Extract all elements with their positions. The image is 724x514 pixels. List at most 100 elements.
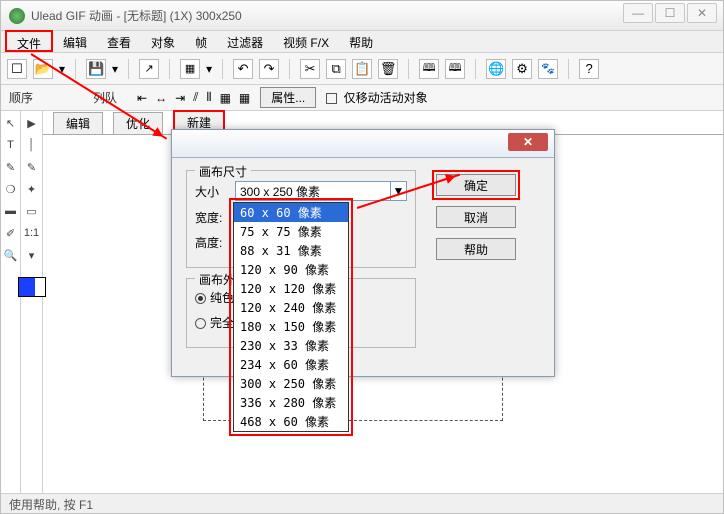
main-toolbar: ☐ 📂 ▾ 💾 ▾ ↗ ▦ ▾ ↶ ↷ ✂ ⧉ 📋 🗑 🕮 🕮 🌐 ⚙ 🐾 ? <box>1 53 723 85</box>
sub-toolbar: 顺序 列队 ⇤ ↔ ⇥ ⫽ ⫴ ▦ ▦ 属性... 仅移动活动对象 <box>1 85 723 111</box>
align-icon[interactable]: ⫽ <box>193 90 198 105</box>
menu-edit[interactable]: 编辑 <box>53 31 97 52</box>
size-option[interactable]: 60 x 60 像素 <box>234 203 348 222</box>
dropdown-icon[interactable]: ▾ <box>206 62 212 76</box>
menu-filter[interactable]: 过滤器 <box>217 31 273 52</box>
close-button[interactable]: ✕ <box>687 3 717 23</box>
dropdown-icon[interactable]: ▾ <box>112 62 118 76</box>
align-icon[interactable]: ↔ <box>155 91 167 105</box>
radio-full[interactable]: 完全 <box>195 314 234 331</box>
align-icon[interactable]: ⇥ <box>175 91 185 105</box>
text-tool-icon[interactable]: T <box>3 137 19 153</box>
dialog-titlebar[interactable]: ✕ <box>172 130 554 158</box>
align-icon[interactable]: ▦ <box>220 91 231 105</box>
separator <box>475 59 476 79</box>
radio-icon <box>195 318 206 329</box>
size-option[interactable]: 120 x 90 像素 <box>234 260 348 279</box>
tool-palette-left: ↖ T ✎ ❍ ▬ ✐ 🔍 <box>1 111 21 511</box>
radio-icon <box>195 293 206 304</box>
titlebar: Ulead GIF 动画 - [无标题] (1X) 300x250 — ☐ ✕ <box>1 1 723 31</box>
tool-a-icon[interactable]: ↗ <box>139 59 159 79</box>
separator <box>289 59 290 79</box>
fill-tool-icon[interactable]: ▬ <box>3 203 19 219</box>
window-title: Ulead GIF 动画 - [无标题] (1X) 300x250 <box>31 7 242 24</box>
tool-c-icon[interactable]: 🕮 <box>419 59 439 79</box>
size-option[interactable]: 88 x 31 像素 <box>234 241 348 260</box>
size-option[interactable]: 234 x 60 像素 <box>234 355 348 374</box>
zoom-tool-icon[interactable]: 🔍 <box>3 247 19 263</box>
separator <box>169 59 170 79</box>
tool-palette-right: ▶ │ ✎ ✦ ▭ 1:1 ▾ <box>21 111 43 511</box>
menu-object[interactable]: 对象 <box>141 31 185 52</box>
options-icon[interactable]: ▾ <box>24 247 40 263</box>
tool-d-icon[interactable]: 🕮 <box>445 59 465 79</box>
menu-file[interactable]: 文件 <box>5 30 53 52</box>
maximize-button[interactable]: ☐ <box>655 3 685 23</box>
undo-icon[interactable]: ↶ <box>233 59 253 79</box>
select-tool-icon[interactable]: ▭ <box>24 203 40 219</box>
size-option[interactable]: 180 x 150 像素 <box>234 317 348 336</box>
settings-icon[interactable]: ⚙ <box>512 59 532 79</box>
checkbox-icon <box>326 93 337 104</box>
size-combo-value: 300 x 250 像素 <box>240 183 320 200</box>
size-option[interactable]: 230 x 33 像素 <box>234 336 348 355</box>
wand-tool-icon[interactable]: ✦ <box>24 181 40 197</box>
size-option[interactable]: 120 x 240 像素 <box>234 298 348 317</box>
help-button[interactable]: 帮助 <box>436 238 516 260</box>
new-icon[interactable]: ☐ <box>7 59 27 79</box>
separator <box>128 59 129 79</box>
menu-view[interactable]: 查看 <box>97 31 141 52</box>
menu-videofx[interactable]: 视频 F/X <box>273 31 339 52</box>
eraser-tool-icon[interactable]: ❍ <box>3 181 19 197</box>
pointer-tool-icon[interactable]: ↖ <box>3 115 19 131</box>
group-canvas-title: 画布尺寸 <box>195 163 251 180</box>
size-option[interactable]: 120 x 120 像素 <box>234 279 348 298</box>
save-icon[interactable]: 💾 <box>86 59 106 79</box>
copy-icon[interactable]: ⧉ <box>326 59 346 79</box>
minimize-button[interactable]: — <box>623 3 653 23</box>
window-buttons: — ☐ ✕ <box>623 3 717 23</box>
size-option[interactable]: 468 x 60 像素 <box>234 412 348 431</box>
tool-b-icon[interactable]: ▦ <box>180 59 200 79</box>
separator <box>568 59 569 79</box>
line-tool-icon[interactable]: │ <box>24 137 40 153</box>
help-icon[interactable]: ? <box>579 59 599 79</box>
paste-icon[interactable]: 📋 <box>352 59 372 79</box>
statusbar: 使用帮助, 按 F1 <box>1 493 723 513</box>
attributes-button[interactable]: 属性... <box>260 87 316 108</box>
size-option[interactable]: 300 x 250 像素 <box>234 374 348 393</box>
align-icon[interactable]: ⫴ <box>207 90 212 105</box>
app-icon <box>9 8 25 24</box>
browser-icon[interactable]: 🌐 <box>486 59 506 79</box>
size-option[interactable]: 336 x 280 像素 <box>234 393 348 412</box>
align-icon[interactable]: ⇤ <box>137 91 147 105</box>
align-icon[interactable]: ▦ <box>239 91 250 105</box>
scale-tool-icon[interactable]: 1:1 <box>24 225 40 241</box>
dropper-tool-icon[interactable]: ✐ <box>3 225 19 241</box>
menu-help[interactable]: 帮助 <box>339 31 383 52</box>
pen-tool-icon[interactable]: ✎ <box>24 159 40 175</box>
size-dropdown[interactable]: 60 x 60 像素75 x 75 像素88 x 31 像素120 x 90 像… <box>233 202 349 432</box>
size-label: 大小 <box>195 183 229 200</box>
size-option[interactable]: 75 x 75 像素 <box>234 222 348 241</box>
separator <box>222 59 223 79</box>
cancel-button[interactable]: 取消 <box>436 206 516 228</box>
onlymove-checkbox-container[interactable]: 仅移动活动对象 <box>326 89 427 106</box>
color-swatch[interactable] <box>18 277 46 297</box>
menu-frame[interactable]: 帧 <box>185 31 217 52</box>
separator <box>75 59 76 79</box>
radio-pure[interactable]: 纯色 <box>195 289 234 306</box>
label-sequence: 顺序 <box>9 89 33 106</box>
play-tool-icon[interactable]: ▶ <box>24 115 40 131</box>
new-dialog: ✕ 画布尺寸 大小 300 x 250 像素 ▼ 宽度: 高度: <box>171 129 555 377</box>
cut-icon[interactable]: ✂ <box>300 59 320 79</box>
redo-icon[interactable]: ↷ <box>259 59 279 79</box>
anim-icon[interactable]: 🐾 <box>538 59 558 79</box>
separator <box>408 59 409 79</box>
delete-icon[interactable]: 🗑 <box>378 59 398 79</box>
width-label: 宽度: <box>195 209 229 226</box>
dialog-close-button[interactable]: ✕ <box>508 133 548 151</box>
tab-edit[interactable]: 编辑 <box>53 112 103 134</box>
onlymove-label: 仅移动活动对象 <box>344 91 428 105</box>
brush-tool-icon[interactable]: ✎ <box>3 159 19 175</box>
